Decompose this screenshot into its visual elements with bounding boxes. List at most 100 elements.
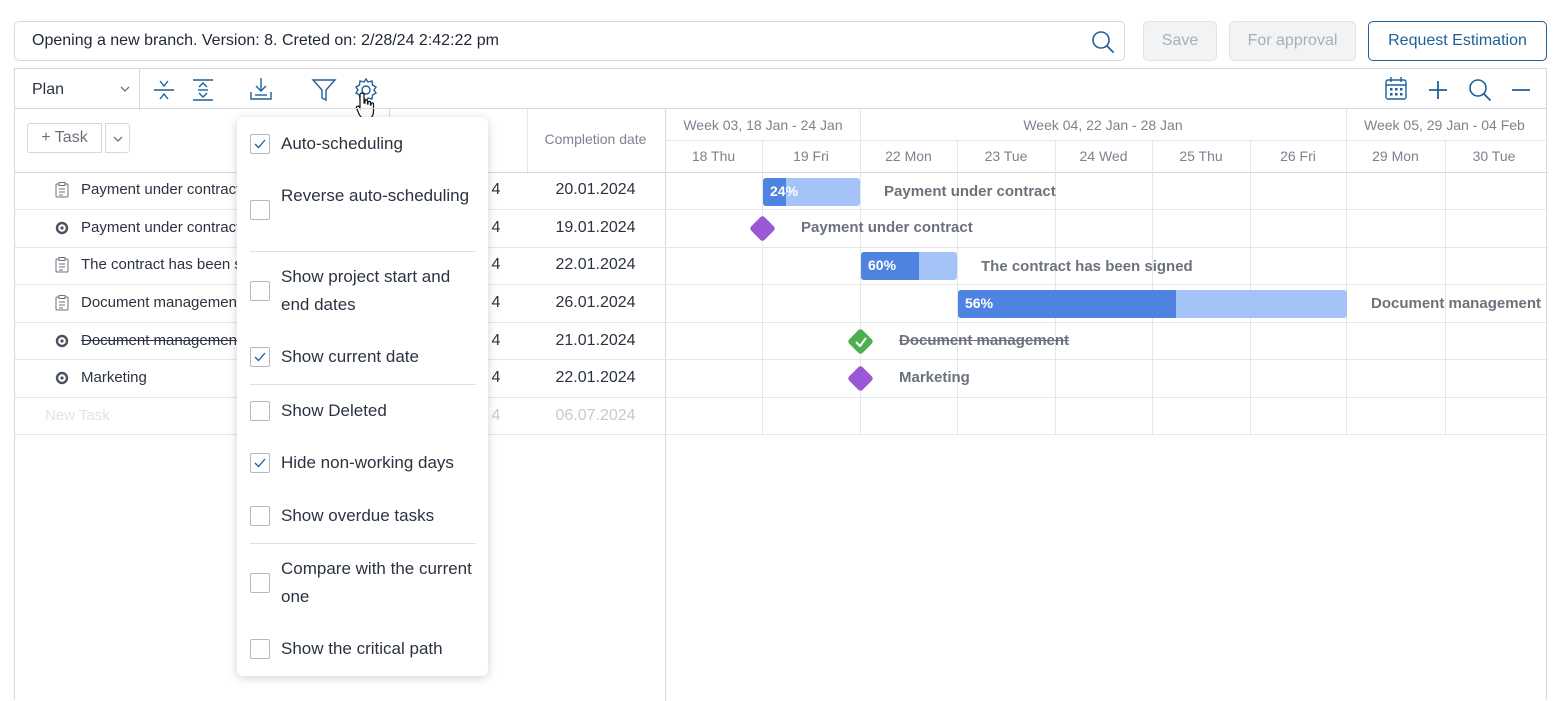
checkbox[interactable] xyxy=(250,347,270,367)
week-header: Week 03, 18 Jan - 24 Jan xyxy=(683,117,843,133)
menu-item-label: Show overdue tasks xyxy=(281,506,435,525)
bar-percent: 56% xyxy=(965,295,994,311)
bar-label: Marketing xyxy=(899,369,970,386)
save-button[interactable]: Save xyxy=(1143,21,1217,61)
search-icon[interactable] xyxy=(1090,29,1116,60)
menu-item-show-overdue-tasks[interactable]: Show overdue tasks xyxy=(250,502,476,530)
checkbox[interactable] xyxy=(250,639,270,659)
menu-item-show-current-date[interactable]: Show current date xyxy=(250,343,476,371)
table-row[interactable]: Document managemen xyxy=(55,332,237,349)
collapse-all-icon[interactable] xyxy=(152,78,176,107)
completion-date-cell: 19.01.2024 xyxy=(555,219,636,236)
divider xyxy=(1445,140,1446,435)
filter-icon[interactable] xyxy=(311,77,337,108)
milestone-marker[interactable] xyxy=(847,365,874,392)
milestone-icon xyxy=(55,371,69,384)
gantt-bar[interactable]: 24% xyxy=(763,178,860,206)
checkbox[interactable] xyxy=(250,281,270,301)
new-task-input[interactable]: New Task xyxy=(45,407,110,424)
menu-item-label: Reverse auto-scheduling xyxy=(281,186,470,205)
bar-percent: 60% xyxy=(868,257,897,273)
divider xyxy=(1346,109,1347,140)
divider xyxy=(250,384,476,385)
check-icon xyxy=(254,352,266,362)
menu-item-label: Compare with the current one xyxy=(281,559,472,606)
view-select[interactable]: Plan xyxy=(15,69,140,110)
menu-item-label: Show Deleted xyxy=(281,401,387,420)
table-row[interactable]: Payment under contract xyxy=(55,181,240,198)
bar-label: Document management xyxy=(899,332,1070,349)
expand-all-icon[interactable] xyxy=(191,78,215,107)
checkbox[interactable] xyxy=(250,453,270,473)
milestone-icon xyxy=(55,221,69,234)
completion-date-header: Completion date xyxy=(544,131,647,147)
divider xyxy=(250,543,476,544)
request-estimation-button[interactable]: Request Estimation xyxy=(1368,21,1547,61)
divider xyxy=(527,109,528,172)
day-header: 26 Fri xyxy=(1280,148,1316,164)
day-header: 23 Tue xyxy=(984,148,1028,164)
milestone-icon xyxy=(55,334,69,347)
add-task-button[interactable]: + Task xyxy=(27,123,102,153)
calendar-icon[interactable] xyxy=(1384,76,1408,107)
day-header: 30 Tue xyxy=(1472,148,1516,164)
zoom-out-minus-icon[interactable] xyxy=(1509,78,1533,107)
task-icon xyxy=(55,256,69,272)
version-title: Opening a new branch. Version: 8. Creted… xyxy=(32,32,499,49)
divider xyxy=(1346,140,1347,435)
zoom-in-plus-icon[interactable] xyxy=(1426,78,1450,107)
checkbox[interactable] xyxy=(250,134,270,154)
gantt-bar[interactable]: 60% xyxy=(861,252,957,280)
start-date-cell: 4 xyxy=(491,407,501,424)
task-title: Payment under contract xyxy=(81,181,241,198)
start-date-cell: 4 xyxy=(491,332,501,349)
milestone-marker[interactable] xyxy=(749,215,776,242)
week-header: Week 05, 29 Jan - 04 Feb xyxy=(1364,117,1525,133)
menu-item-reverse-auto-scheduling[interactable]: Reverse auto-scheduling xyxy=(250,182,476,220)
table-row[interactable]: The contract has been s xyxy=(55,256,242,273)
bar-label: Payment under contract xyxy=(884,183,1056,200)
chevron-down-icon xyxy=(119,82,131,100)
divider xyxy=(250,251,476,252)
task-title: Payment under contract xyxy=(81,219,241,236)
completion-date-cell: 22.01.2024 xyxy=(555,369,636,386)
table-row[interactable]: Marketing xyxy=(55,369,147,386)
divider xyxy=(1152,140,1153,435)
menu-item-hide-non-working-days[interactable]: Hide non-working days xyxy=(250,449,476,477)
completion-date-cell: 26.01.2024 xyxy=(555,294,636,311)
export-icon[interactable] xyxy=(248,76,274,107)
checkbox[interactable] xyxy=(250,200,270,220)
for-approval-button[interactable]: For approval xyxy=(1229,21,1356,61)
add-task-menu-button[interactable] xyxy=(105,123,130,153)
menu-item-label: Auto-scheduling xyxy=(281,134,403,153)
task-title: The contract has been s xyxy=(81,256,242,273)
day-header: 29 Mon xyxy=(1372,148,1419,164)
menu-item-show-deleted[interactable]: Show Deleted xyxy=(250,397,476,425)
menu-item-show-critical-path[interactable]: Show the critical path xyxy=(250,635,476,663)
table-row[interactable]: Payment under contract xyxy=(55,219,240,236)
checkbox[interactable] xyxy=(250,401,270,421)
menu-item-label: Show project start and end dates xyxy=(281,267,451,314)
start-date-cell: 4 xyxy=(491,256,501,273)
chevron-down-icon xyxy=(113,136,123,142)
checkbox[interactable] xyxy=(250,506,270,526)
checkbox[interactable] xyxy=(250,573,270,593)
day-header: 25 Thu xyxy=(1179,148,1223,164)
table-row[interactable]: Document managemen xyxy=(55,294,237,311)
check-icon xyxy=(855,337,867,348)
completion-date-cell: 21.01.2024 xyxy=(555,332,636,349)
completion-date-cell: 06.07.2024 xyxy=(555,407,636,424)
check-icon xyxy=(254,139,266,149)
day-header: 22 Mon xyxy=(885,148,932,164)
search-icon[interactable] xyxy=(1467,77,1493,108)
toolbar: Plan xyxy=(14,68,1547,120)
divider xyxy=(665,140,1548,141)
menu-item-compare-current[interactable]: Compare with the current one xyxy=(250,555,476,611)
menu-item-auto-scheduling[interactable]: Auto-scheduling xyxy=(250,130,476,158)
menu-item-show-project-dates[interactable]: Show project start and end dates xyxy=(250,263,476,319)
start-date-cell: 4 xyxy=(491,369,501,386)
version-title-field[interactable]: Opening a new branch. Version: 8. Creted… xyxy=(14,21,1125,61)
settings-menu: Auto-scheduling Reverse auto-scheduling … xyxy=(237,117,488,676)
bar-label: The contract has been signed xyxy=(981,258,1193,275)
gantt-bar[interactable]: 56% xyxy=(958,290,1347,318)
